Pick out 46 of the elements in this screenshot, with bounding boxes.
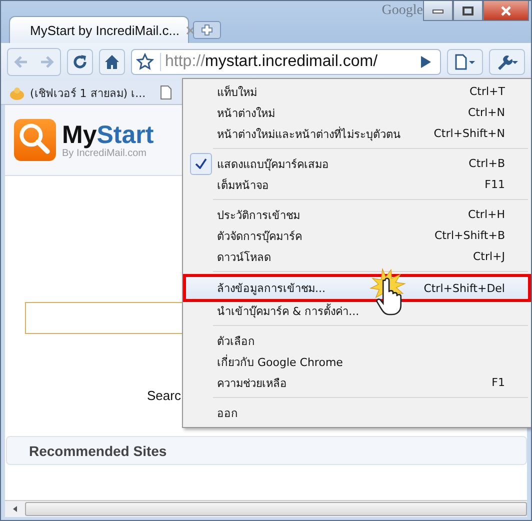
go-icon[interactable] xyxy=(420,55,432,69)
menu-item[interactable]: นำเข้าบุ๊คมาร์ค & การตั้งค่า... xyxy=(185,300,529,321)
menu-item[interactable]: ล้างข้อมูลการเข้าชม... Ctrl+Shift+Del xyxy=(185,276,529,300)
horizontal-scrollbar[interactable] xyxy=(5,500,527,517)
page-icon[interactable] xyxy=(160,85,172,100)
recommended-header: Recommended Sites xyxy=(6,436,527,465)
address-bar[interactable]: http://mystart.incredimail.com/ xyxy=(131,49,441,75)
logo-title: MyStart xyxy=(62,122,154,148)
bird-icon xyxy=(9,86,25,100)
menu-item[interactable]: หน้าต่างใหม่ Ctrl+N xyxy=(185,102,529,123)
forward-arrow-icon xyxy=(39,55,55,69)
home-icon xyxy=(104,54,120,70)
back-arrow-icon xyxy=(13,55,29,69)
menu-item[interactable]: ออก xyxy=(185,402,529,423)
reload-icon xyxy=(72,54,88,70)
minimize-button[interactable] xyxy=(423,1,453,21)
menu-item[interactable]: ตัวเลือก xyxy=(185,330,529,351)
close-tab-icon[interactable] xyxy=(186,26,195,34)
new-tab-button[interactable] xyxy=(193,21,221,39)
star-icon[interactable] xyxy=(136,53,154,71)
minimize-icon xyxy=(432,8,444,14)
bookmark-item[interactable]: (เชิฟเวอร์ 1 สายลม) เ... xyxy=(9,84,146,102)
menu-item[interactable]: แสดงแถบบุ๊คมาร์คเสมอ Ctrl+B xyxy=(185,153,529,174)
page-icon xyxy=(454,54,476,70)
maximize-icon xyxy=(462,6,474,16)
menu-item[interactable]: เต็มหน้าจอ F11 xyxy=(185,174,529,195)
maximize-button[interactable] xyxy=(453,1,483,21)
home-button[interactable] xyxy=(99,49,125,75)
menu-item[interactable]: ความช่วยเหลือ F1 xyxy=(185,372,529,393)
search-label: Searc xyxy=(147,388,181,403)
reload-button[interactable] xyxy=(67,49,93,75)
menu-item[interactable]: เกี่ยวกับ Google Chrome xyxy=(185,351,529,372)
menu-item[interactable]: ตัวจัดการบุ๊คมาร์ค Ctrl+Shift+B xyxy=(185,225,529,246)
menu-item[interactable]: แท็บใหม่ Ctrl+T xyxy=(185,81,529,102)
logo-subtitle: By IncrediMail.com xyxy=(62,148,148,158)
magnifier-logo-icon xyxy=(14,119,56,161)
window-brand: Google xyxy=(382,3,423,19)
menu-item[interactable]: ดาวน์โหลด Ctrl+J xyxy=(185,246,529,267)
menu-item[interactable]: ประวัติการเข้าชม Ctrl+H xyxy=(185,204,529,225)
wrench-menu-button[interactable] xyxy=(489,49,525,75)
scroll-left-icon[interactable] xyxy=(11,505,19,513)
close-icon xyxy=(500,6,512,16)
plus-icon xyxy=(201,24,213,36)
page-menu-button[interactable] xyxy=(447,49,483,75)
close-button[interactable] xyxy=(483,1,529,21)
menu-item[interactable]: หน้าต่างใหม่และหน้าต่างที่ไม่ระบุตัวตน Ctrl+Shift+N xyxy=(185,123,529,144)
